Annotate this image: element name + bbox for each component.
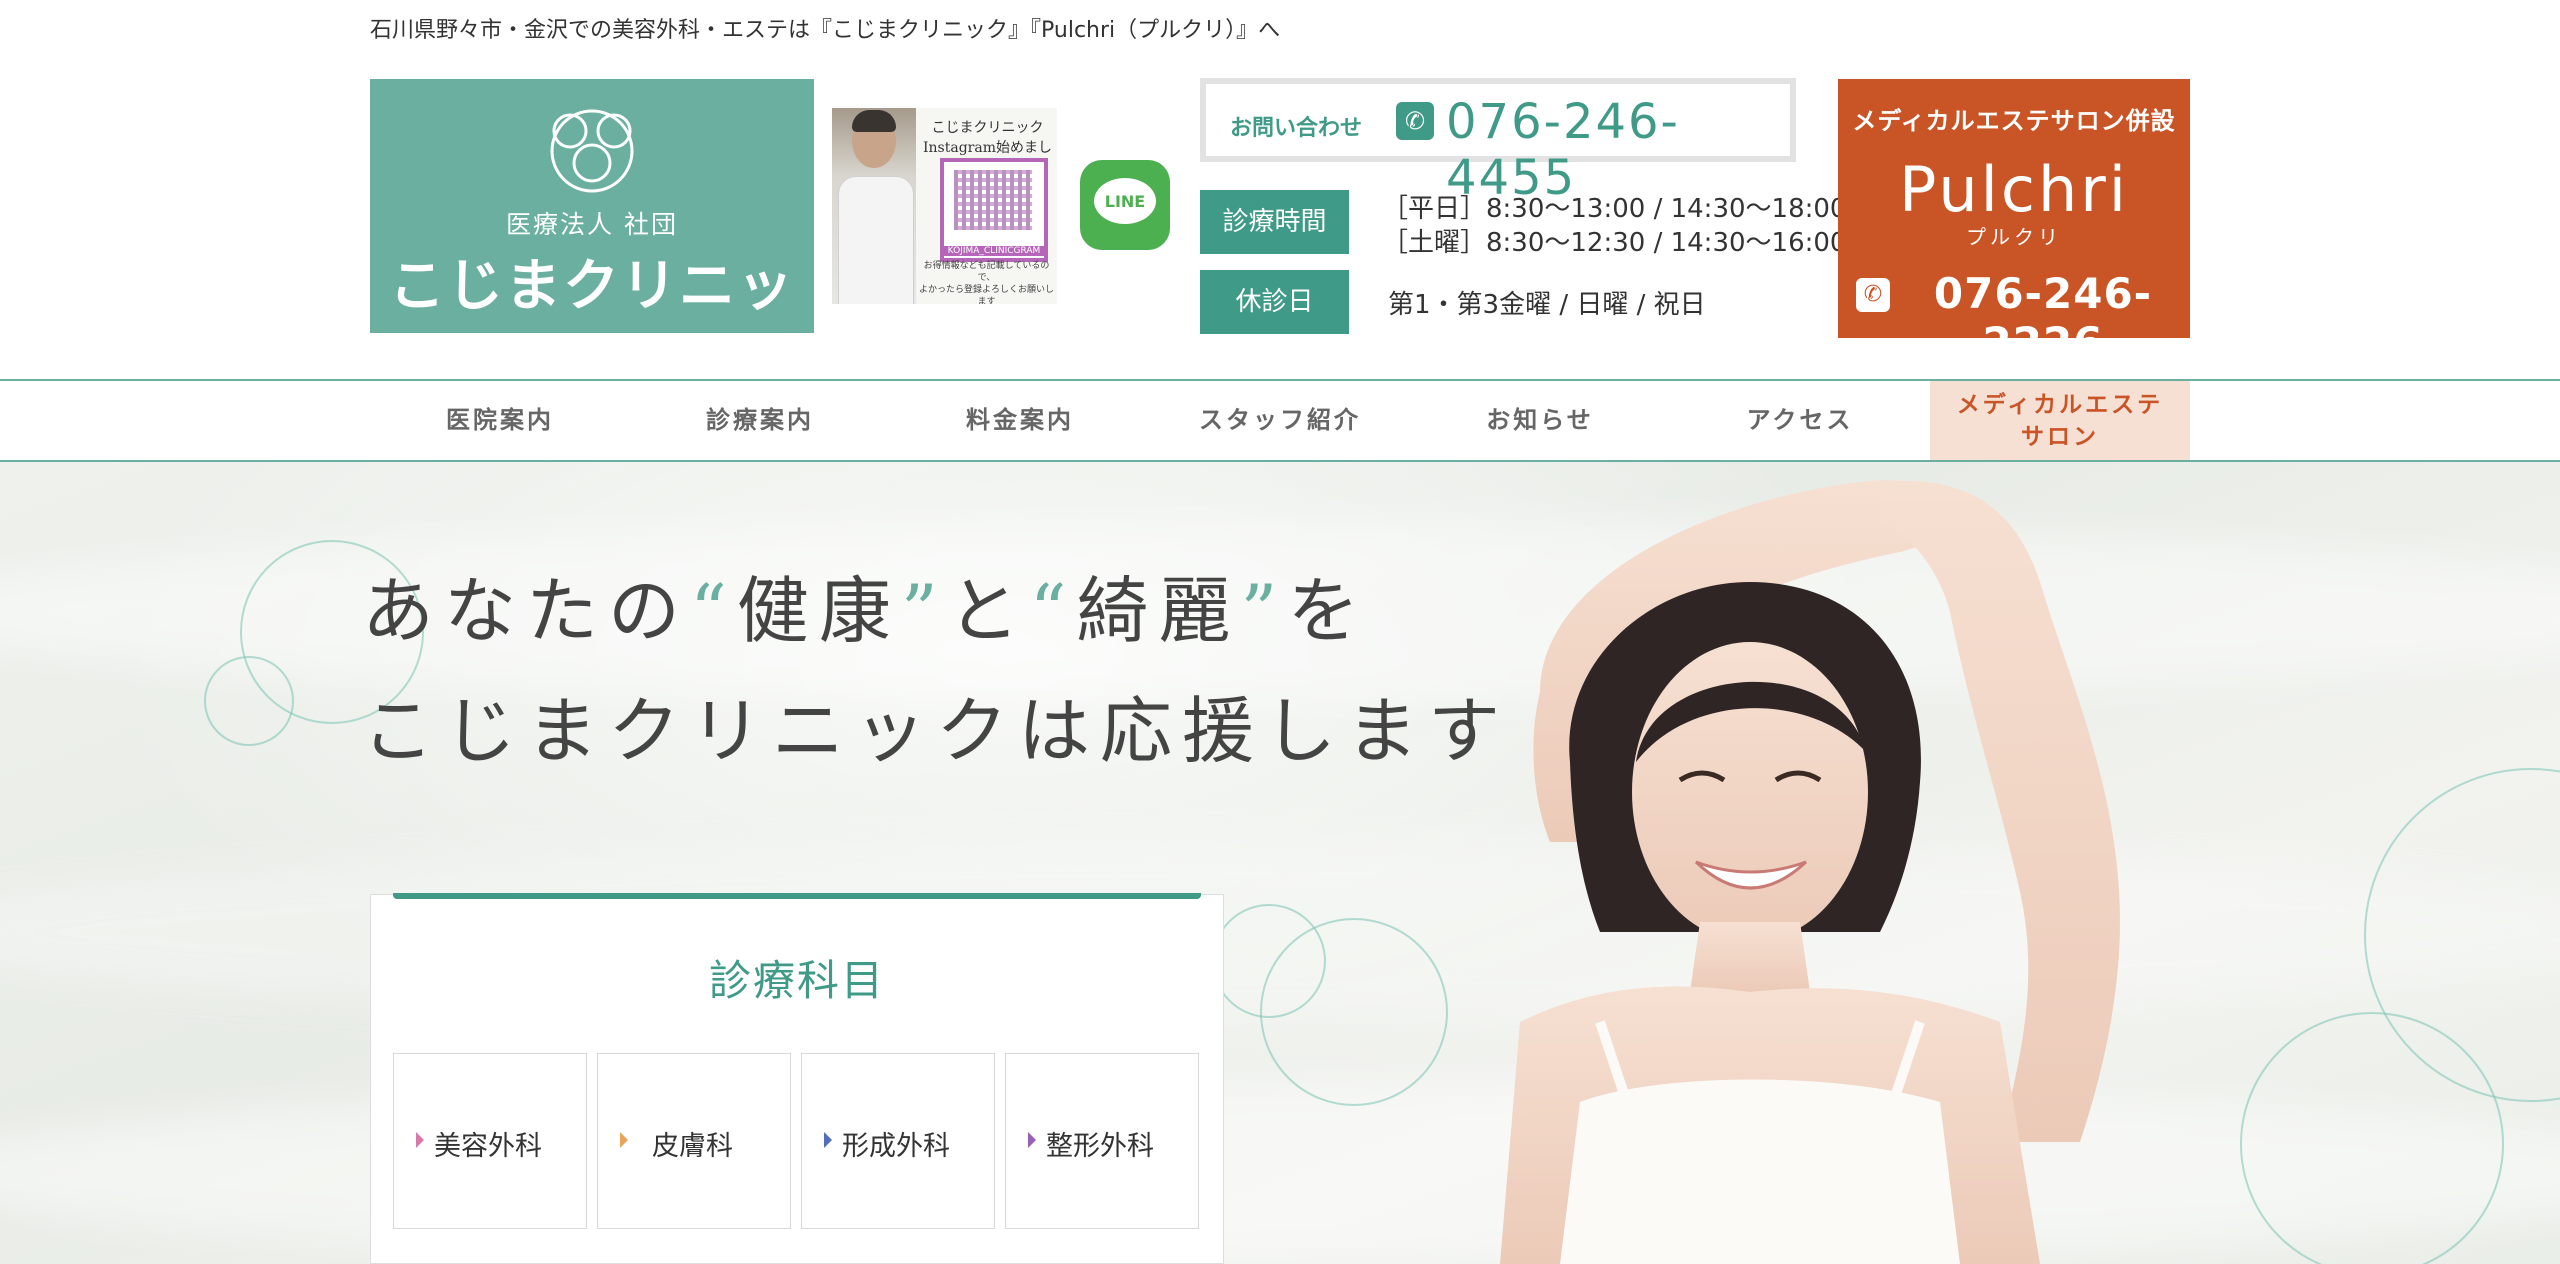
instagram-banner[interactable]: こじまクリニック Instagram始めました KOJIMA_CLINICGRA… bbox=[832, 108, 1057, 304]
arrow-right-icon bbox=[1028, 1132, 1036, 1148]
nav-item-pricing[interactable]: 料金案内 bbox=[890, 381, 1150, 460]
clinic-logo[interactable]: 医療法人 社団 こじまクリニック bbox=[370, 79, 814, 400]
global-nav: 医院案内 診療案内 料金案内 スタッフ紹介 お知らせ アクセス メディカルエステ… bbox=[0, 379, 2560, 462]
pulchri-name: Pulchri bbox=[1899, 153, 2129, 226]
subject-dermatology[interactable]: 皮膚科 bbox=[597, 1053, 791, 1229]
hero-headline-line1: あなたの“健康”と“綺麗”を bbox=[362, 569, 1370, 653]
nav-item-medical-esthe[interactable]: メディカルエステ サロン bbox=[1930, 381, 2190, 460]
arrow-right-icon bbox=[416, 1132, 424, 1148]
contact-label: お問い合わせ bbox=[1230, 116, 1363, 141]
clinic-logo-icon bbox=[550, 109, 634, 193]
subject-plastic-surgery[interactable]: 形成外科 bbox=[801, 1053, 995, 1229]
holiday-tag: 休診日 bbox=[1200, 270, 1349, 334]
pulchri-caption: メディカルエステサロン併設 bbox=[1852, 107, 2176, 135]
nav-item-news[interactable]: お知らせ bbox=[1410, 381, 1670, 460]
decor-circle bbox=[2240, 1012, 2504, 1264]
site-tagline: 石川県野々市・金沢での美容外科・エステは『こじまクリニック』『Pulchri（プ… bbox=[370, 18, 1281, 43]
hero-model-image bbox=[1500, 480, 2120, 1264]
phone-icon: ✆ bbox=[1396, 102, 1434, 140]
doctor-photo bbox=[832, 108, 916, 304]
arrow-right-icon bbox=[620, 1132, 628, 1148]
nav-item-access[interactable]: アクセス bbox=[1670, 381, 1930, 460]
pulchri-salon-banner[interactable]: メディカルエステサロン併設 Pulchri プルクリ ✆ 076-246-222… bbox=[1838, 79, 2190, 367]
decor-circle bbox=[204, 656, 294, 746]
pulchri-kana: プルクリ bbox=[1966, 225, 2062, 249]
hours-tag: 診療時間 bbox=[1200, 190, 1349, 254]
subject-cosmetic-surgery[interactable]: 美容外科 bbox=[393, 1053, 587, 1229]
subject-orthopedics[interactable]: 整形外科 bbox=[1005, 1053, 1199, 1229]
logo-corp-name: 医療法人 社団 bbox=[506, 210, 678, 239]
contact-phone-number[interactable]: 076-246-4455 bbox=[1446, 94, 1790, 206]
contact-phone-box[interactable]: お問い合わせ ✆ 076-246-4455 bbox=[1200, 78, 1796, 206]
subjects-title: 診療科目 bbox=[708, 956, 885, 1005]
instagram-qr-code[interactable]: KOJIMA_CLINICGRAM bbox=[940, 158, 1048, 262]
line-button[interactable]: LINE bbox=[1080, 160, 1170, 250]
phone-icon: ✆ bbox=[1856, 278, 1890, 312]
subjects-card: 診療科目 美容外科 皮膚科 形成外科 整形外科 bbox=[370, 893, 1224, 1264]
pulchri-phone-number[interactable]: 076-246-2226 bbox=[1896, 269, 2190, 367]
decor-circle bbox=[1260, 918, 1448, 1106]
holiday-text: 第1・第3金曜 / 日曜 / 祝日 bbox=[1388, 290, 1706, 320]
nav-item-clinic-info[interactable]: 医院案内 bbox=[370, 381, 630, 460]
hero-headline-line2: こじまクリニックは応援します bbox=[362, 689, 1511, 773]
instagram-note: お得情報なども記載しているので、 よかったら登録よろしくお願いします bbox=[918, 261, 1054, 304]
hero-section: あなたの“健康”と“綺麗”を こじまクリニックは応援します 診療科目 美容外科 … bbox=[0, 462, 2560, 1264]
nav-item-treatment-info[interactable]: 診療案内 bbox=[630, 381, 890, 460]
hours-text: ［平日］8:30〜13:00 / 14:30〜18:00 ［土曜］8:30〜12… bbox=[1382, 194, 1847, 258]
arrow-right-icon bbox=[824, 1132, 832, 1148]
nav-item-staff[interactable]: スタッフ紹介 bbox=[1150, 381, 1410, 460]
card-accent-bar bbox=[393, 893, 1201, 899]
